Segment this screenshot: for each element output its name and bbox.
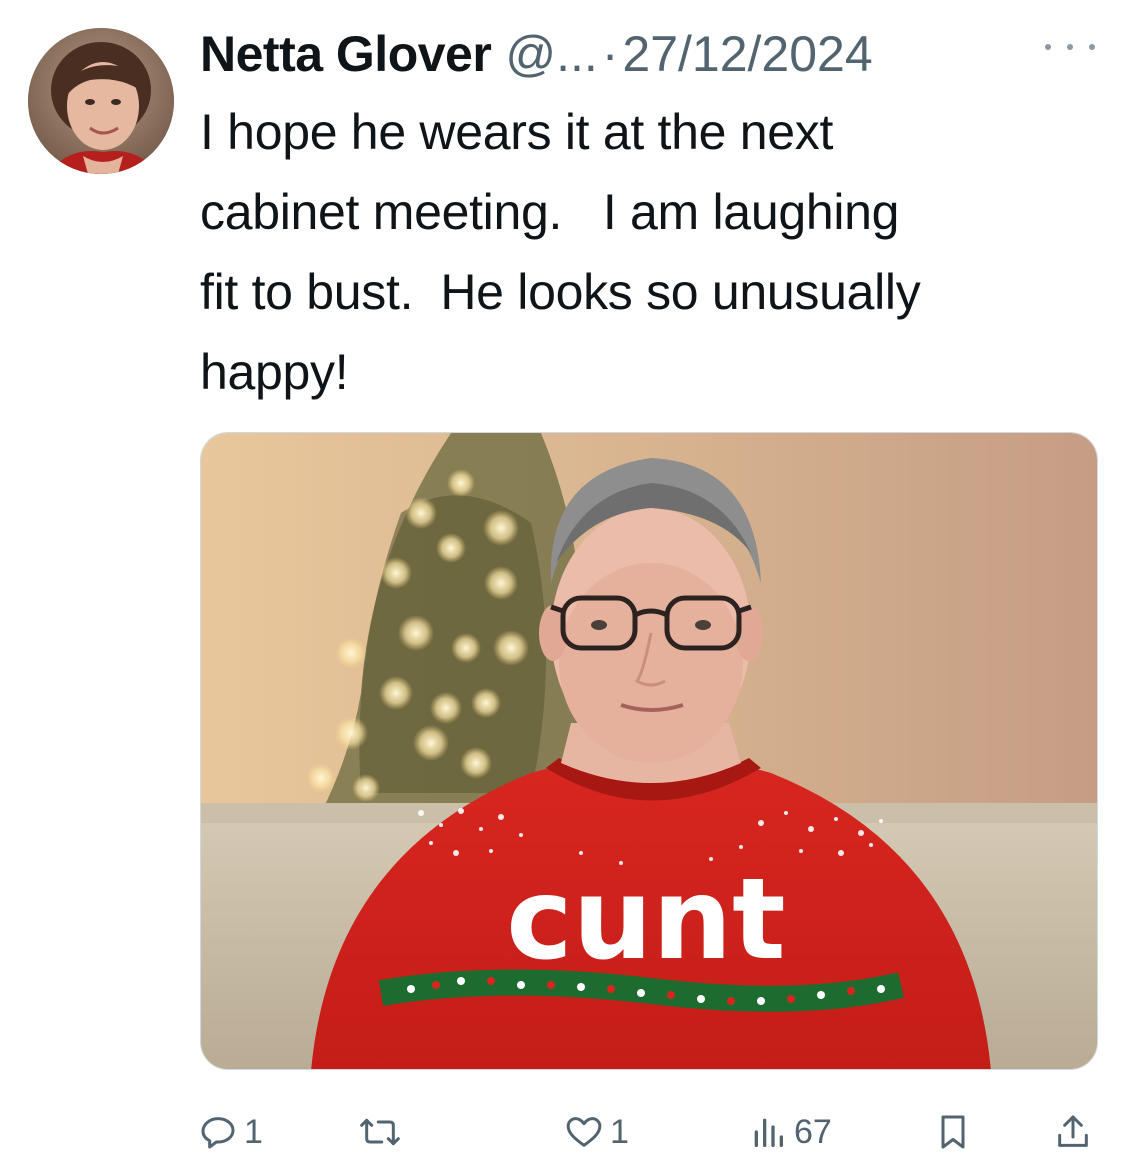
reply-count: 1 [244,1112,263,1151]
like-count: 1 [610,1112,629,1151]
bookmark-icon [941,1115,965,1149]
reply-button[interactable]: 1 [198,1104,263,1160]
views-button[interactable]: 67 [748,1104,832,1160]
author-handle[interactable]: @... [505,25,597,83]
author-name[interactable]: Netta Glover [200,25,492,83]
tweet-media[interactable]: cunt [200,432,1098,1070]
like-button[interactable]: 1 [564,1104,629,1160]
more-horizontal-icon[interactable] [1045,32,1095,62]
tweet-actions: 1 1 67 [198,1104,1098,1160]
tweet-header: Netta Glover @... · 27/12/2024 [200,22,1100,86]
tweet-text: I hope he wears it at the next cabinet m… [200,104,921,400]
share-icon [1058,1115,1088,1147]
heart-icon [566,1117,602,1147]
more-dot [1067,44,1073,50]
share-button[interactable] [1053,1104,1093,1160]
retweet-button[interactable] [358,1104,408,1160]
media-image: cunt [201,433,1097,1069]
views-bar-chart-icon [754,1118,783,1147]
more-dot [1089,44,1095,50]
views-count: 67 [794,1112,832,1151]
more-dot [1045,44,1051,50]
sweater-text: cunt [506,855,785,985]
avatar-photo [28,28,174,174]
reply-icon [201,1117,235,1149]
tweet-date[interactable]: 27/12/2024 [622,25,872,83]
avatar[interactable] [28,28,174,174]
retweet-icon [360,1118,400,1146]
bookmark-button[interactable] [933,1104,973,1160]
separator-dot: · [601,26,619,82]
